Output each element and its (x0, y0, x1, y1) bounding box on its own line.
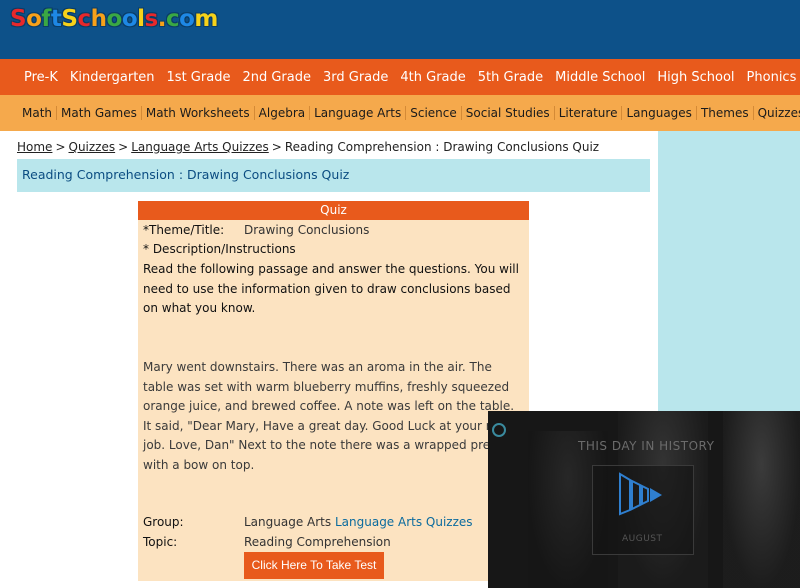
grade-nav: Pre-K Kindergarten 1st Grade 2nd Grade 3rd G… (0, 59, 800, 95)
nav-subject-literature[interactable]: Literature (553, 106, 622, 120)
reading-passage: Mary went downstairs. There was an aroma… (143, 360, 517, 472)
breadcrumb-quizzes[interactable]: Quizzes (69, 140, 116, 154)
logo-letter: o (26, 6, 42, 32)
breadcrumb-separator: > (271, 140, 282, 154)
video-title: THIS DAY IN HISTORY (578, 439, 715, 453)
nav-grade-pre-k[interactable]: Pre-K (24, 70, 58, 85)
logo-letter: . (157, 6, 167, 32)
nav-subject-language-arts[interactable]: Language Arts (309, 106, 405, 120)
theme-row: *Theme/Title: Drawing Conclusions (143, 223, 369, 237)
nav-grade-5th-grade[interactable]: 5th Grade (478, 70, 543, 85)
breadcrumb-current: Reading Comprehension : Drawing Conclusi… (284, 140, 600, 154)
logo-letter: o (121, 6, 138, 32)
logo-letter: c (77, 6, 91, 32)
logo-letter: m (194, 6, 218, 32)
nav-grade-phonics[interactable]: Phonics (747, 70, 797, 85)
nav-subject-social-studies[interactable]: Social Studies (460, 106, 554, 120)
group-value: Language Arts (244, 515, 332, 529)
page-title: Reading Comprehension : Drawing Conclusi… (22, 167, 350, 182)
take-test-button[interactable]: Click Here To Take Test (244, 552, 384, 579)
logo-letter: l (137, 6, 145, 32)
theme-value: Drawing Conclusions (244, 223, 370, 237)
video-background-figure (723, 411, 800, 588)
video-month: AUGUST (622, 534, 663, 544)
quiz-panel: Quiz *Theme/Title: Drawing Conclusions *… (138, 201, 529, 581)
logo-letter: S (61, 6, 78, 32)
breadcrumb: Home > Quizzes > Language Arts Quizzes > Readi… (17, 140, 599, 154)
topic-value: Reading Comprehension (244, 535, 391, 549)
subject-nav: Math Math Games Math Worksheets Algebra Lang… (0, 95, 800, 131)
breadcrumb-separator: > (55, 140, 66, 154)
nav-subject-math[interactable]: Math (22, 106, 56, 120)
topic-label: Topic: (143, 535, 178, 549)
nav-grade-1st-grade[interactable]: 1st Grade (167, 70, 231, 85)
nav-subject-math-games[interactable]: Math Games (56, 106, 141, 120)
nav-subject-themes[interactable]: Themes (695, 106, 753, 120)
nav-grade-middle-school[interactable]: Middle School (555, 70, 645, 85)
logo-letter: f (41, 6, 51, 32)
logo-letter: h (90, 6, 107, 32)
video-player[interactable]: THIS DAY IN HISTORY AUGUST (488, 411, 800, 588)
group-value-wrap: Language Arts Language Arts Quizzes (244, 515, 473, 529)
quiz-instructions: Read the following passage and answer th… (143, 262, 519, 315)
play-icon[interactable] (618, 472, 668, 516)
theme-label: *Theme/Title: (143, 223, 225, 237)
logo-letter: o (106, 6, 123, 32)
softschools-logo[interactable]: SoftSchools.com (10, 6, 218, 32)
nav-subject-math-worksheets[interactable]: Math Worksheets (140, 106, 254, 120)
breadcrumb-separator: > (118, 140, 129, 154)
nav-grade-2nd-grade[interactable]: 2nd Grade (242, 70, 311, 85)
logo-letter: s (144, 6, 159, 32)
site-header: SoftSchools.com (0, 0, 800, 59)
nav-grade-4th-grade[interactable]: 4th Grade (400, 70, 465, 85)
page-title-bar: Reading Comprehension : Drawing Conclusi… (17, 159, 650, 192)
logo-letter: t (50, 6, 62, 32)
logo-letter: S (10, 6, 27, 32)
logo-letter: o (179, 6, 195, 32)
quiz-header: Quiz (138, 201, 529, 220)
nav-grade-3rd-grade[interactable]: 3rd Grade (323, 70, 388, 85)
nav-subject-algebra[interactable]: Algebra (253, 106, 309, 120)
nav-grade-kindergarten[interactable]: Kindergarten (70, 70, 155, 85)
nav-subject-languages[interactable]: Languages (621, 106, 695, 120)
group-label: Group: (143, 515, 184, 529)
topic-row: Topic: Reading Comprehension (143, 535, 391, 549)
nav-grade-high-school[interactable]: High School (657, 70, 734, 85)
breadcrumb-home[interactable]: Home (17, 140, 52, 154)
group-link[interactable]: Language Arts Quizzes (335, 515, 473, 529)
description-label: * Description/Instructions (143, 242, 296, 256)
nav-subject-quizzes[interactable]: Quizzes (752, 106, 800, 120)
group-row: Group: Language Arts Language Arts Quizz… (143, 515, 473, 529)
logo-letter: c (165, 6, 180, 32)
video-brand-icon (492, 423, 506, 437)
nav-subject-science[interactable]: Science (405, 106, 461, 120)
breadcrumb-category[interactable]: Language Arts Quizzes (131, 140, 269, 154)
